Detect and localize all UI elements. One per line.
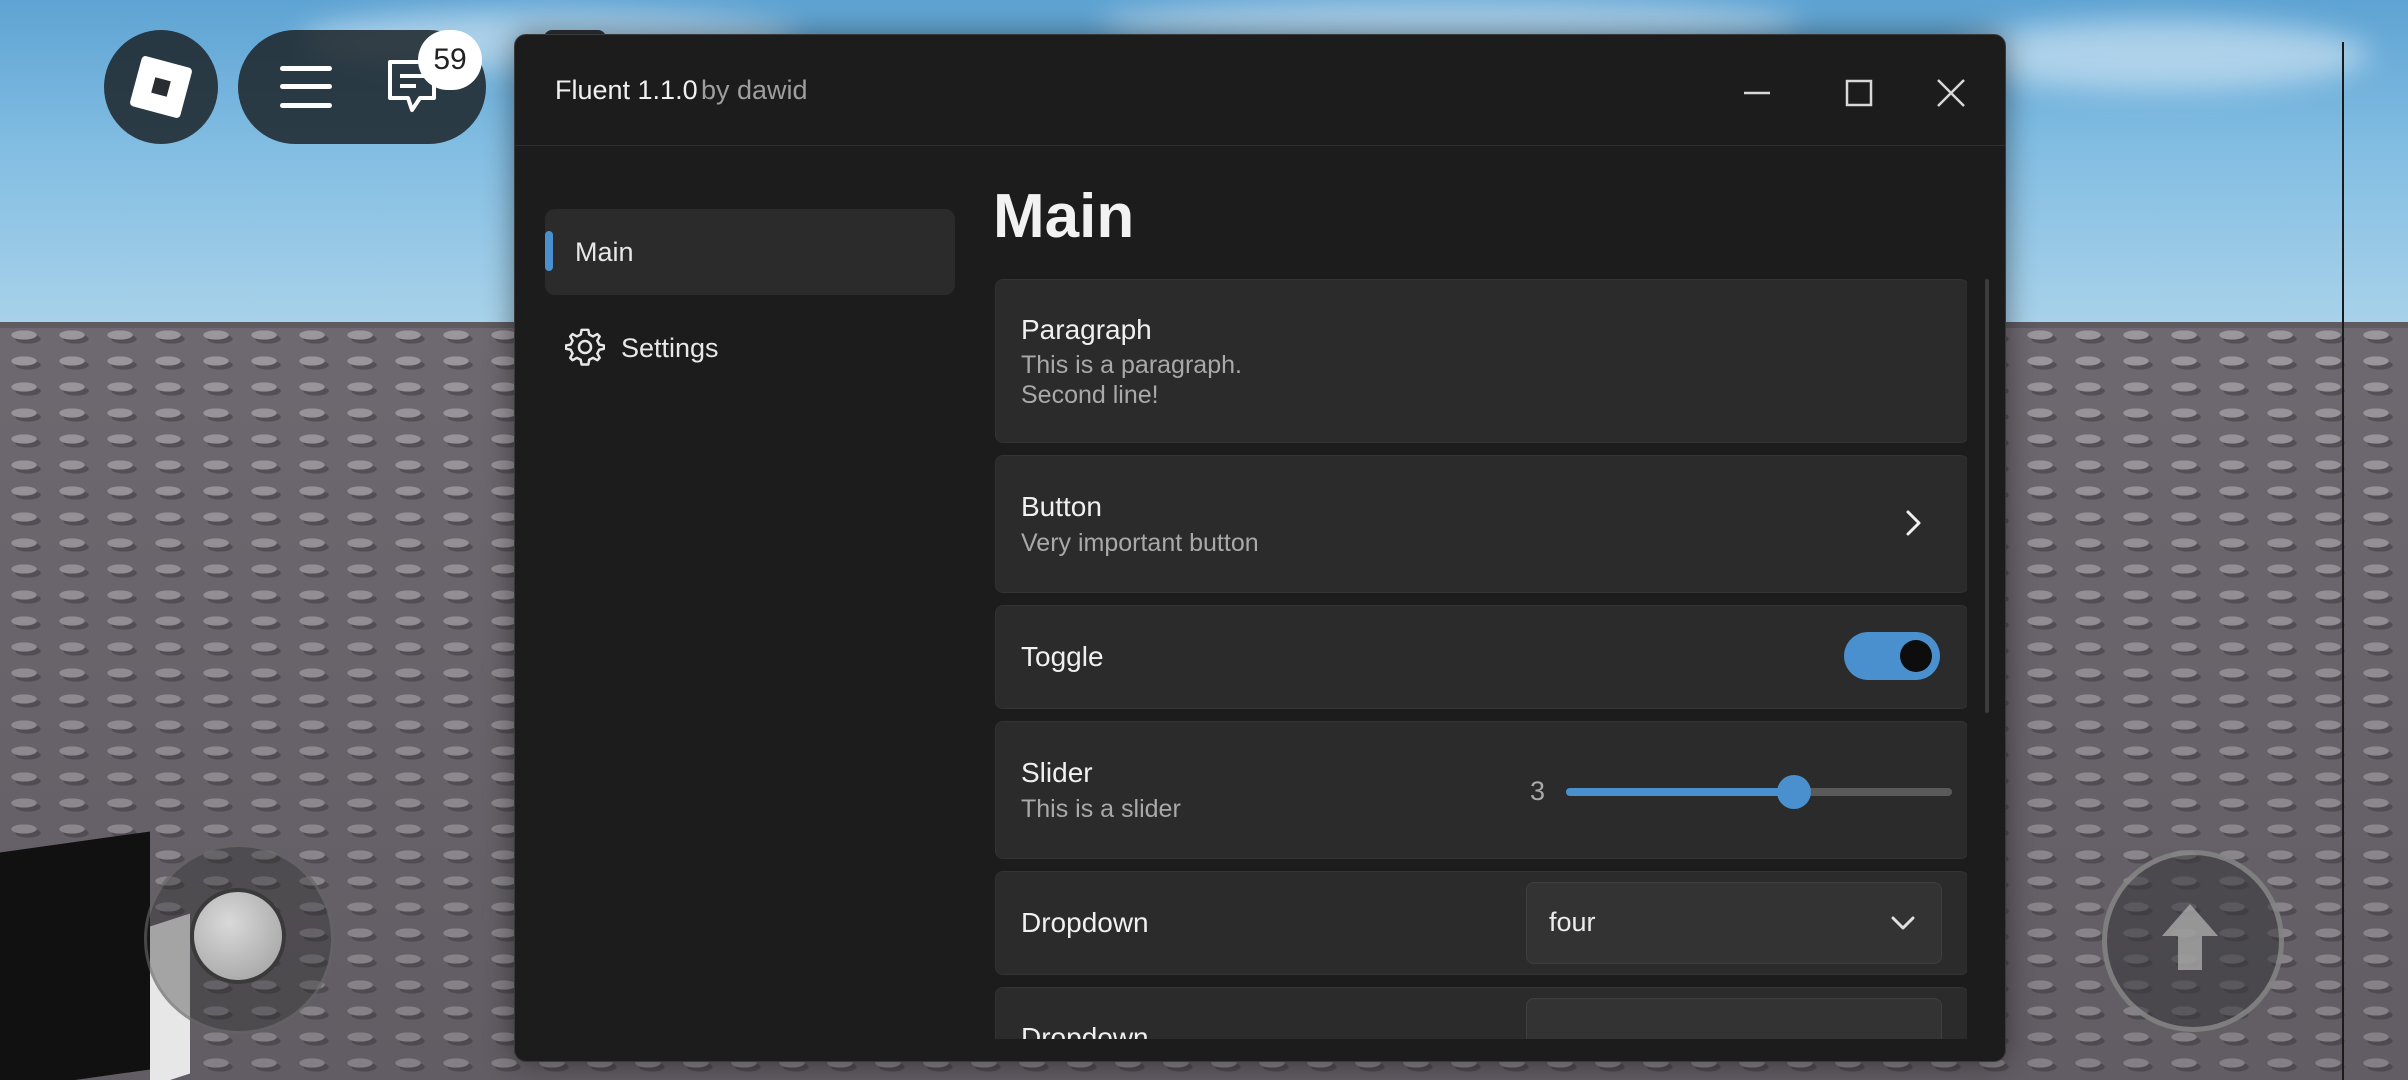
sidebar-item-label: Main bbox=[575, 237, 634, 267]
paragraph-title: Paragraph bbox=[1021, 314, 1152, 345]
close-icon bbox=[1937, 79, 1965, 107]
paragraph-text: This is a paragraph. Second line! bbox=[1021, 350, 1242, 410]
slider-track[interactable] bbox=[1566, 775, 1952, 809]
slider-fill bbox=[1566, 788, 1794, 796]
toggle-switch[interactable] bbox=[1844, 632, 1940, 680]
close-button[interactable] bbox=[1927, 69, 1975, 117]
paragraph-line: This is a paragraph. bbox=[1021, 351, 1242, 379]
dropdown-selected-value: four bbox=[1549, 907, 1596, 937]
minimize-button[interactable] bbox=[1733, 69, 1781, 117]
window-title: Fluent 1.1.0 bbox=[555, 75, 698, 105]
slider-value: 3 bbox=[1530, 776, 1546, 806]
thumbstick-knob[interactable] bbox=[190, 888, 286, 984]
slider-description: This is a slider bbox=[1021, 795, 1181, 823]
paragraph-card: Paragraph This is a paragraph. Second li… bbox=[995, 279, 1967, 443]
button-description: Very important button bbox=[1021, 529, 1259, 557]
world-edge-line bbox=[2342, 42, 2344, 1080]
button-title: Button bbox=[1021, 491, 1102, 522]
gear-icon bbox=[565, 328, 605, 366]
dropdown-title: Dropdown bbox=[1021, 1022, 1149, 1039]
fluent-window: Fluent 1.1.0 by dawid Main Settings Main… bbox=[514, 34, 2006, 1062]
dark-block bbox=[0, 831, 150, 1080]
dropdown-card: Dropdown four bbox=[995, 871, 1967, 975]
slider-thumb[interactable] bbox=[1776, 775, 1811, 809]
button-card[interactable]: Button Very important button bbox=[995, 455, 1967, 593]
toggle-knob bbox=[1900, 640, 1932, 672]
chevron-down-icon bbox=[1891, 916, 1915, 930]
window-subtitle: by dawid bbox=[701, 75, 808, 105]
cloud bbox=[1950, 20, 2370, 90]
minimize-icon bbox=[1744, 91, 1770, 95]
sidebar-item-main[interactable]: Main bbox=[545, 209, 955, 295]
dropdown-select[interactable]: four bbox=[1526, 882, 1942, 964]
toggle-card: Toggle bbox=[995, 605, 1967, 709]
window-titlebar[interactable]: Fluent 1.1.0 by dawid bbox=[515, 35, 2005, 146]
dropdown-select[interactable] bbox=[1526, 998, 1942, 1039]
maximize-icon bbox=[1845, 79, 1873, 107]
toggle-title: Toggle bbox=[1021, 641, 1104, 672]
roblox-menu-button[interactable] bbox=[104, 30, 218, 144]
chevron-right-icon bbox=[1906, 510, 1921, 536]
page-title: Main bbox=[993, 182, 1135, 251]
chat-unread-badge: 59 bbox=[418, 30, 482, 90]
content-scrollbar[interactable] bbox=[1985, 279, 1989, 713]
maximize-button[interactable] bbox=[1835, 69, 1883, 117]
dropdown-card: Dropdown bbox=[995, 987, 1967, 1039]
paragraph-line: Second line! bbox=[1021, 381, 1159, 409]
slider-title: Slider bbox=[1021, 757, 1093, 788]
jump-arrow-icon bbox=[2162, 904, 2218, 970]
sidebar-item-label: Settings bbox=[621, 333, 719, 363]
hamburger-menu-icon[interactable] bbox=[280, 66, 332, 108]
sidebar-item-settings[interactable]: Settings bbox=[545, 305, 955, 391]
dropdown-title: Dropdown bbox=[1021, 907, 1149, 938]
sidebar: Main Settings bbox=[515, 145, 975, 1061]
active-tab-indicator bbox=[545, 231, 553, 271]
roblox-logo-icon bbox=[129, 55, 193, 119]
content-panel: Paragraph This is a paragraph. Second li… bbox=[995, 277, 1967, 1039]
slider-card: Slider This is a slider 3 bbox=[995, 721, 1967, 859]
